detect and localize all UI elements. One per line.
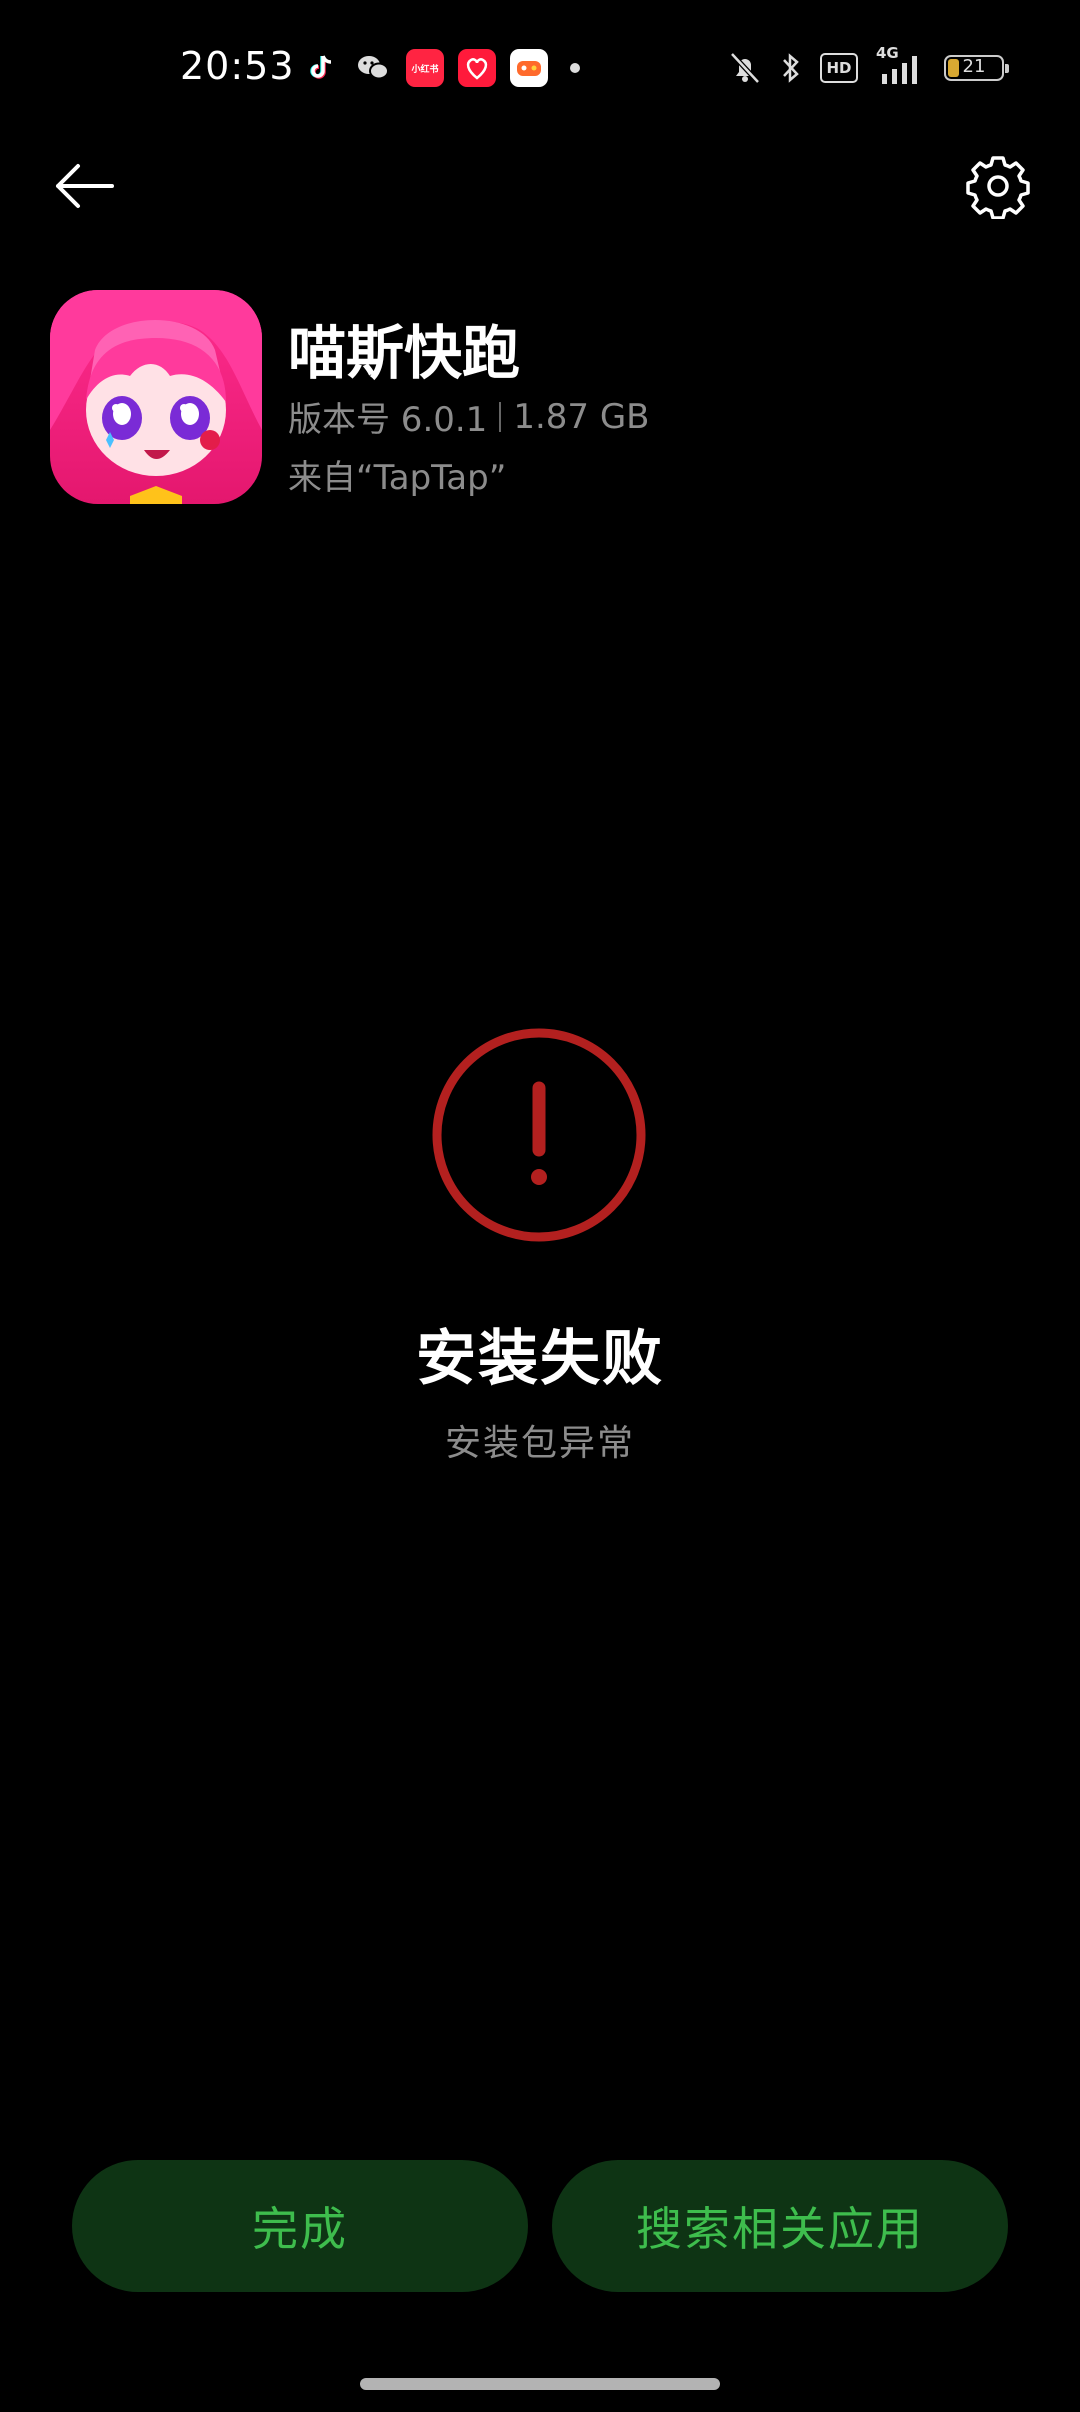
- gear-icon: [966, 156, 1030, 219]
- arrow-left-icon: [56, 164, 114, 208]
- tmall-icon: [458, 49, 496, 87]
- wechat-icon: [354, 49, 392, 87]
- signal-strength: 4G: [876, 44, 926, 86]
- app-meta: 版本号 6.0.1 1.87 GB: [288, 392, 650, 441]
- xiaohongshu-label: 小红书: [411, 64, 439, 75]
- exclamation-circle-icon: [430, 1026, 648, 1244]
- install-status-message: 安装包异常: [444, 1423, 635, 1464]
- app-name: 喵斯快跑: [288, 319, 521, 387]
- app-version: 版本号 6.0.1: [288, 400, 488, 440]
- battery-indicator: 21: [944, 55, 1009, 81]
- install-status-title: 安装失败: [416, 1324, 664, 1394]
- app-icon: [50, 290, 262, 504]
- mute-bell-icon: [730, 52, 760, 84]
- battery-tip: [1005, 64, 1009, 73]
- tiktok-icon: [302, 49, 340, 87]
- settings-button[interactable]: [962, 150, 1034, 222]
- meta-divider: [499, 401, 502, 432]
- signal-icon: [882, 56, 917, 84]
- xiaohongshu-icon: 小红书: [406, 49, 444, 87]
- app-size: 1.87 GB: [513, 396, 650, 437]
- anime-girl-app-icon: [50, 290, 262, 504]
- more-notifications-dot: [570, 63, 580, 73]
- hd-badge: HD: [820, 53, 858, 83]
- notification-icons: 小红书: [302, 44, 580, 92]
- done-button[interactable]: 完成: [72, 2160, 528, 2292]
- system-icons: HD 4G 21: [728, 44, 1009, 92]
- bluetooth-icon: [783, 53, 799, 83]
- status-bar: 20:53 小红书 HD 4G 21: [0, 0, 1080, 140]
- home-indicator[interactable]: [360, 2378, 720, 2390]
- back-button[interactable]: [48, 150, 120, 222]
- game-center-icon: [510, 49, 548, 87]
- search-related-apps-button[interactable]: 搜索相关应用: [552, 2160, 1008, 2292]
- app-source: 来自“TapTap”: [288, 458, 507, 498]
- status-time: 20:53: [180, 44, 295, 88]
- battery-level: 21: [962, 56, 986, 77]
